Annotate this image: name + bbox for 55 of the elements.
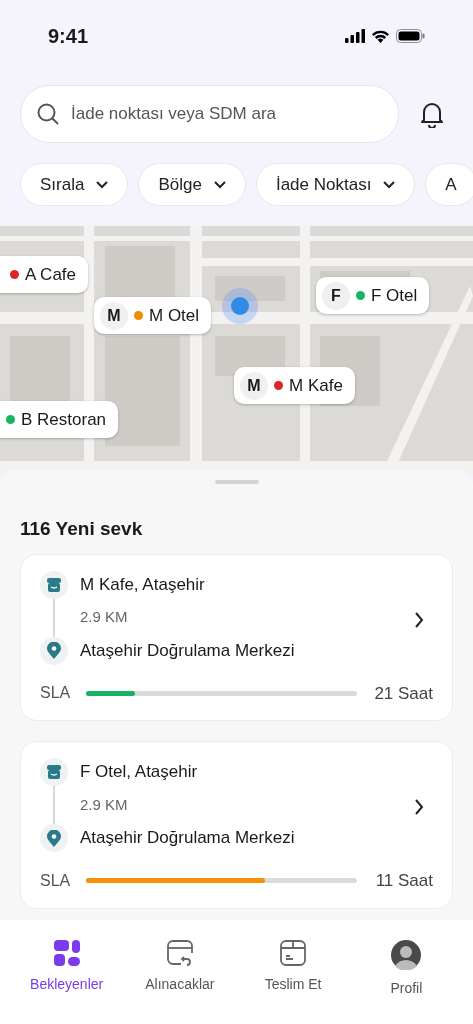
sla-label: SLA — [40, 870, 71, 891]
sla-remaining: 11 Saat — [375, 870, 433, 892]
map-pin-label[interactable]: M M Kafe — [234, 367, 355, 404]
filter-chip[interactable]: A — [425, 163, 473, 206]
pin-name: M Otel — [149, 304, 200, 327]
pin-badge: M — [240, 371, 268, 400]
notification-bell-icon[interactable] — [419, 100, 445, 128]
chevron-down-icon — [383, 180, 396, 189]
sla-remaining: 21 Saat — [374, 682, 433, 705]
drag-handle[interactable] — [214, 480, 259, 484]
section-title: 116 Yeni sevk — [20, 517, 144, 541]
origin-name: M Kafe, Ataşehir — [80, 573, 205, 596]
pin-name: F Otel — [371, 284, 418, 307]
pin-badge: M — [100, 301, 128, 330]
sla-label: SLA — [40, 683, 71, 704]
store-icon — [40, 758, 68, 786]
destination-name: Ataşehir Doğrulama Merkezi — [80, 827, 295, 850]
nav-tab[interactable]: Teslim Et — [236, 940, 350, 1000]
search-icon — [36, 102, 60, 126]
box-return-icon — [166, 940, 193, 966]
store-icon — [40, 570, 68, 599]
chevron-right-icon[interactable] — [414, 799, 424, 815]
grid-icon — [53, 940, 80, 966]
origin-name: F Otel, Ataşehir — [80, 761, 198, 784]
chevron-down-icon — [213, 180, 226, 189]
filter-chip[interactable]: İade Noktası — [255, 163, 416, 206]
status-time: 9:41 — [48, 24, 89, 49]
filter-chip[interactable]: Sırala — [20, 163, 129, 206]
shipment-card[interactable]: F Otel, Ataşehir 2.9 KM Ataşehir Doğrulama Merkezi SLA 11 Saat — [20, 741, 453, 909]
map-pin-label[interactable]: A Cafe — [0, 256, 89, 293]
location-pin-icon — [40, 636, 68, 665]
location-pin-icon — [40, 824, 68, 852]
distance: 2.9 KM — [80, 607, 128, 628]
pin-name: A Cafe — [25, 263, 77, 286]
nav-tab[interactable]: Profil — [349, 940, 463, 1000]
chevron-down-icon — [96, 180, 109, 189]
nav-tab[interactable]: Alınacaklar — [123, 940, 237, 1000]
pin-badge: F — [322, 281, 350, 310]
shipment-card[interactable]: M Kafe, Ataşehir 2.9 KM Ataşehir Doğrulama Merkezi SLA 21 Saat — [20, 553, 453, 721]
nav-tab[interactable]: Bekleyenler — [10, 940, 124, 1000]
wifi-icon — [371, 29, 390, 43]
pin-name: B Restoran — [21, 408, 107, 431]
filter-chip[interactable]: Bölge — [138, 163, 246, 206]
destination-name: Ataşehir Doğrulama Merkezi — [80, 639, 295, 662]
battery-icon — [396, 29, 425, 43]
pin-name: M Kafe — [289, 374, 343, 397]
chevron-right-icon[interactable] — [414, 611, 424, 628]
box-icon — [280, 940, 307, 966]
search-field[interactable]: İade noktası veya SDM ara — [20, 85, 399, 143]
map-pin-label[interactable]: M M Otel — [94, 297, 212, 334]
map-pin-label[interactable]: B Restoran — [0, 401, 119, 438]
avatar-icon — [391, 940, 422, 970]
signal-icon — [345, 29, 365, 43]
distance: 2.9 KM — [80, 794, 128, 815]
map-pin-label[interactable]: F F Otel — [316, 277, 430, 314]
